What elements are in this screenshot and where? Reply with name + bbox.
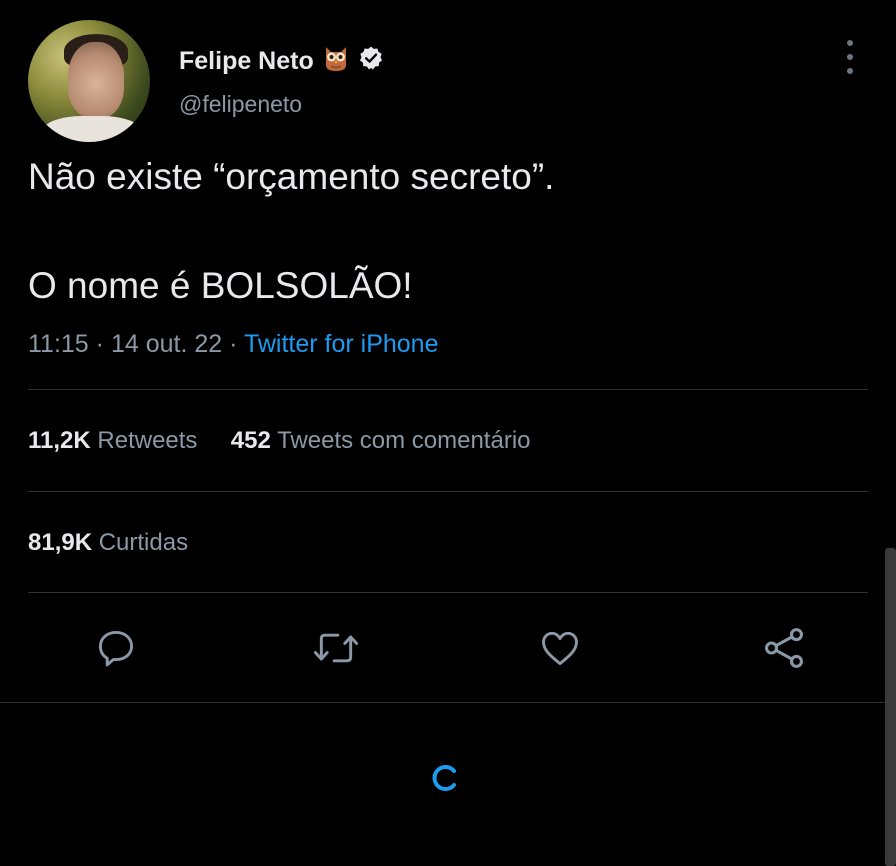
retweets-stat[interactable]: 11,2K Retweets bbox=[28, 427, 204, 454]
tweet-source-link[interactable]: Twitter for iPhone bbox=[244, 330, 439, 358]
avatar[interactable] bbox=[28, 20, 150, 142]
display-name[interactable]: Felipe Neto bbox=[179, 47, 314, 76]
share-button[interactable] bbox=[758, 622, 810, 674]
tweet-text-line-2: O nome é BOLSOLÃO! bbox=[28, 265, 413, 306]
loading-spinner-icon bbox=[430, 762, 462, 794]
avatar-face bbox=[68, 42, 124, 118]
tweet-meta: 11:15 · 14 out. 22 · Twitter for iPhone bbox=[28, 330, 438, 359]
tweet-time: 11:15 bbox=[28, 330, 89, 358]
likes-count: 81,9K bbox=[28, 529, 93, 556]
likes-stat[interactable]: 81,9K Curtidas bbox=[28, 529, 188, 557]
more-options-icon[interactable] bbox=[838, 40, 862, 74]
divider bbox=[28, 592, 868, 593]
owl-emoji-icon bbox=[322, 43, 350, 80]
divider bbox=[0, 702, 896, 703]
retweets-count: 11,2K bbox=[28, 427, 91, 454]
quotes-count: 452 bbox=[230, 427, 271, 454]
action-bar bbox=[0, 622, 896, 678]
display-name-row[interactable]: Felipe Neto bbox=[179, 43, 384, 80]
avatar-shirt bbox=[42, 116, 142, 142]
like-button[interactable] bbox=[534, 622, 586, 674]
divider bbox=[28, 389, 868, 390]
divider bbox=[28, 491, 868, 492]
reply-button[interactable] bbox=[90, 622, 142, 674]
share-icon bbox=[765, 628, 803, 668]
likes-label: Curtidas bbox=[98, 529, 189, 556]
quotes-label: Tweets com comentário bbox=[277, 427, 531, 454]
retweets-label: Retweets bbox=[97, 427, 198, 454]
meta-separator: · bbox=[95, 330, 111, 358]
retweet-icon bbox=[314, 633, 358, 663]
user-handle[interactable]: @felipeneto bbox=[179, 91, 302, 118]
tweet-text-line-1: Não existe “orçamento secreto”. bbox=[28, 156, 555, 197]
quotes-stat[interactable]: 452 Tweets com comentário bbox=[231, 427, 531, 454]
stats-row: 11,2K Retweets 452 Tweets com comentário bbox=[28, 427, 531, 455]
meta-separator: · bbox=[229, 330, 244, 358]
scrollbar[interactable] bbox=[885, 548, 896, 866]
retweet-button[interactable] bbox=[310, 622, 362, 674]
verified-badge-icon bbox=[358, 45, 384, 78]
tweet-date: 14 out. 22 bbox=[110, 330, 223, 358]
reply-icon bbox=[98, 630, 134, 667]
like-icon bbox=[542, 631, 578, 666]
